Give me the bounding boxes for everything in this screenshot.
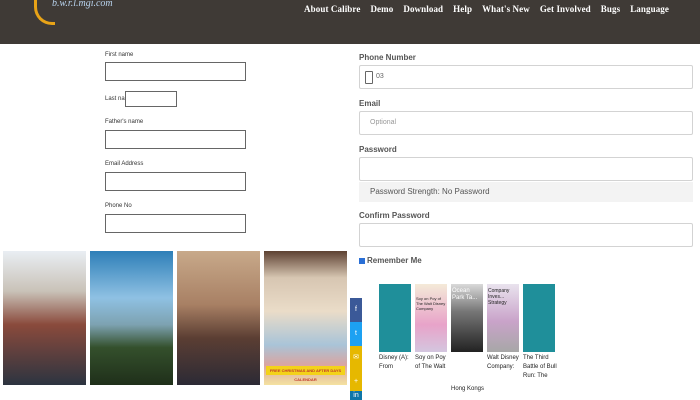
nav-language[interactable]: Language — [630, 4, 669, 14]
nav-about[interactable]: About Calibre — [304, 4, 360, 14]
logo-text[interactable]: b.w.r.l.mgi.com — [52, 0, 113, 9]
remember-me-checkbox[interactable] — [359, 257, 365, 264]
first-name-label: First name — [105, 52, 134, 58]
students-laptop-photo — [177, 251, 260, 385]
book-title-4[interactable]: Walt Disney Company: — [487, 354, 523, 372]
book-title-3[interactable]: Hong Kongs — [451, 385, 487, 394]
book-cover-5[interactable] — [523, 284, 555, 352]
email-placeholder: Optional — [370, 119, 397, 126]
book-title-2[interactable]: Soy on Poy of The Walt — [415, 354, 451, 372]
phone-number-value: 03 — [376, 73, 384, 80]
twitter-icon[interactable]: t — [350, 322, 362, 346]
confirm-password-input[interactable] — [359, 223, 693, 247]
site-header: b.w.r.l.mgi.com About Calibre Demo Downl… — [0, 0, 700, 44]
book-cover-4-text: Company Inves... Strategy — [488, 288, 510, 306]
mountain-landscape-photo — [90, 251, 173, 385]
password-label: Password — [359, 145, 397, 154]
book-title-1[interactable]: Disney (A): From — [379, 354, 415, 372]
email-address-input[interactable] — [105, 172, 246, 191]
fathers-name-input[interactable] — [105, 130, 246, 149]
remember-me[interactable]: Remember Me — [359, 256, 422, 265]
remember-me-label: Remember Me — [367, 256, 422, 265]
facebook-icon[interactable]: f — [350, 298, 362, 322]
email-label: Email — [359, 99, 381, 108]
book-cover-1[interactable] — [379, 284, 411, 352]
book-cover-2-text: Soy on Poy of The Walt Disney Company — [416, 296, 446, 311]
calendar-promo-photo[interactable] — [264, 251, 347, 385]
phone-icon — [365, 71, 373, 84]
password-input[interactable] — [359, 157, 693, 181]
first-name-input[interactable] — [105, 62, 246, 81]
students-group-photo — [3, 251, 86, 385]
nav-whats-new[interactable]: What's New — [482, 4, 530, 14]
password-strength-text: Password Strength: No Password — [359, 182, 693, 202]
book-cover-2[interactable] — [415, 284, 447, 352]
phone-no-input[interactable] — [105, 214, 246, 233]
phone-no-label: Phone No — [105, 203, 132, 209]
calendar-promo-banner[interactable]: FREE CHRISTMAS AND AFTER DAYS CALENDAR — [266, 366, 345, 382]
phone-number-label: Phone Number — [359, 53, 416, 62]
linkedin-icon[interactable]: in — [350, 391, 362, 400]
email-share-icon[interactable]: ✉ — [350, 346, 362, 370]
email-input[interactable]: Optional — [359, 111, 693, 135]
last-name-input[interactable] — [125, 91, 177, 107]
main-nav: About Calibre Demo Download Help What's … — [304, 4, 669, 14]
book-cover-3-text: Ocean Park Ta... — [452, 288, 478, 301]
phone-number-input[interactable]: 03 — [359, 65, 693, 89]
email-address-label: Email Address — [105, 161, 144, 167]
nav-get-involved[interactable]: Get Involved — [540, 4, 591, 14]
nav-demo[interactable]: Demo — [370, 4, 393, 14]
nav-bugs[interactable]: Bugs — [601, 4, 620, 14]
confirm-password-label: Confirm Password — [359, 211, 430, 220]
book-title-5[interactable]: The Third Battle of Bull Run: The — [523, 354, 559, 381]
nav-help[interactable]: Help — [453, 4, 472, 14]
nav-download[interactable]: Download — [403, 4, 443, 14]
fathers-name-label: Father's name — [105, 119, 144, 125]
